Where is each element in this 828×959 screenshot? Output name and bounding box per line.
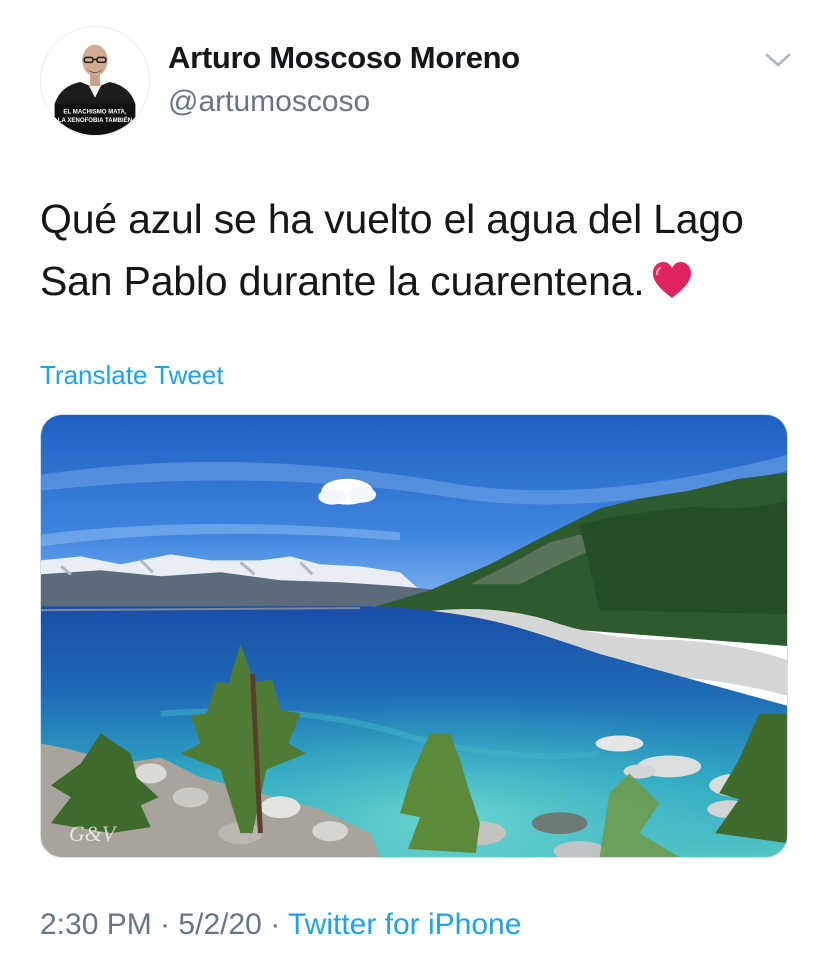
photo-watermark: G&V <box>69 821 118 846</box>
tweet-text-block: Qué azul se ha vuelto el agua del Lago S… <box>40 188 800 312</box>
meta-separator: · <box>270 908 281 941</box>
tweet-date[interactable]: 5/2/20 <box>178 908 261 941</box>
tweet-source-link[interactable]: Twitter for iPhone <box>288 908 521 941</box>
avatar-image: EL MACHISMO MATA, LA XENOFOBIA TAMBIÉN <box>41 27 149 135</box>
tweet-header: EL MACHISMO MATA, LA XENOFOBIA TAMBIÉN A… <box>0 0 828 150</box>
tweet-text: Qué azul se ha vuelto el agua del Lago S… <box>40 196 744 304</box>
chevron-down-icon[interactable] <box>762 46 794 74</box>
translate-tweet-link[interactable]: Translate Tweet <box>40 360 224 391</box>
tweet-photo[interactable]: G&V <box>40 414 788 858</box>
author-name[interactable]: Arturo Moscoso Moreno <box>168 40 520 76</box>
avatar-caption-line2: LA XENOFOBIA TAMBIÉN <box>58 116 132 124</box>
meta-separator: · <box>160 908 171 941</box>
lake-photo: G&V <box>41 415 787 857</box>
avatar-caption-line1: EL MACHISMO MATA, <box>63 108 126 115</box>
tweet-meta: 2:30 PM · 5/2/20 · Twitter for iPhone <box>40 908 521 942</box>
author-handle[interactable]: @artumoscoso <box>168 85 370 119</box>
tweet-time[interactable]: 2:30 PM <box>40 908 152 941</box>
red-heart-icon <box>652 262 691 298</box>
avatar[interactable]: EL MACHISMO MATA, LA XENOFOBIA TAMBIÉN <box>40 26 150 136</box>
